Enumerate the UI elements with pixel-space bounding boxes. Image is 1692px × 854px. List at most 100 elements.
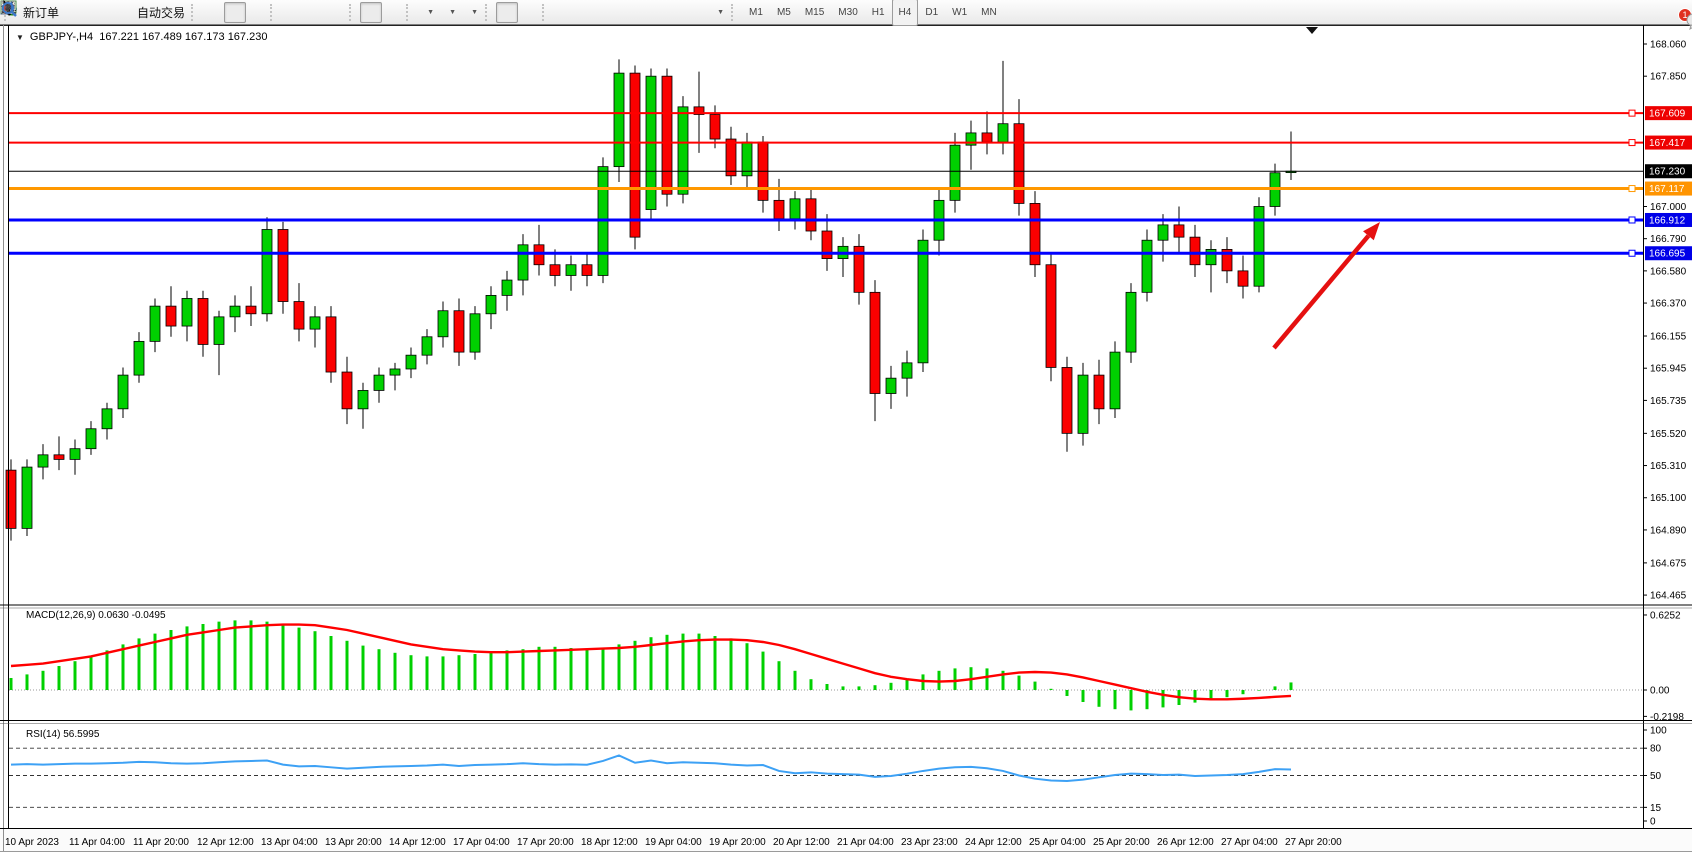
candle [630, 65, 640, 249]
svg-text:17 Apr 04:00: 17 Apr 04:00 [453, 837, 510, 848]
styler-button[interactable] [63, 2, 85, 23]
chart-shift-button[interactable] [382, 2, 404, 23]
dropdown-arrow-icon: ▼ [427, 9, 434, 16]
candle [1126, 283, 1136, 363]
text-button[interactable]: A [663, 2, 685, 23]
line-handle[interactable] [1629, 217, 1635, 223]
svg-text:167.230: 167.230 [1649, 167, 1686, 178]
svg-text:19 Apr 04:00: 19 Apr 04:00 [645, 837, 702, 848]
main-toolbar: 新订单 自动交易 [0, 0, 1692, 25]
auto-scroll-button[interactable] [360, 2, 382, 23]
svg-text:21 Apr 04:00: 21 Apr 04:00 [837, 837, 894, 848]
candle [662, 69, 672, 207]
candle [1142, 229, 1152, 301]
candle [6, 459, 16, 540]
svg-text:25 Apr 04:00: 25 Apr 04:00 [1029, 837, 1086, 848]
timeframe-H1-button[interactable]: H1 [865, 0, 892, 26]
svg-text:80: 80 [1650, 744, 1662, 755]
svg-text:0: 0 [1650, 817, 1656, 828]
line-handle[interactable] [1629, 250, 1635, 256]
arrows-button[interactable]: ▼ [707, 2, 729, 23]
cursor-button[interactable] [496, 2, 518, 23]
timeframe-D1-button[interactable]: D1 [918, 0, 945, 26]
svg-text:-0.2198: -0.2198 [1650, 712, 1684, 723]
svg-text:10 Apr 2023: 10 Apr 2023 [5, 837, 59, 848]
chart-canvas[interactable]: 168.060167.850167.000166.790166.580166.3… [0, 0, 1692, 854]
price-tag: 166.912 [1645, 213, 1692, 227]
tile-windows-button[interactable] [325, 2, 347, 23]
svg-text:165.735: 165.735 [1650, 396, 1687, 407]
zoom-out-button[interactable] [303, 2, 325, 23]
svg-text:12 Apr 12:00: 12 Apr 12:00 [197, 837, 254, 848]
rsi-indicator-label: RSI(14) 56.5995 [26, 729, 99, 740]
trendline-button[interactable] [597, 2, 619, 23]
timeframe-MN-button[interactable]: MN [974, 0, 1004, 26]
toolbar-grip[interactable] [731, 4, 738, 21]
svg-text:164.890: 164.890 [1650, 525, 1687, 536]
candlestick-chart-button[interactable] [224, 2, 246, 23]
line-handle[interactable] [1629, 186, 1635, 192]
price-tag: 167.417 [1645, 136, 1692, 150]
bar-chart-button[interactable] [202, 2, 224, 23]
auto-trading-button[interactable]: 自动交易 [129, 2, 189, 23]
candle [1254, 197, 1264, 292]
svg-text:166.695: 166.695 [1649, 249, 1686, 260]
toolbar-grip[interactable] [406, 4, 413, 21]
signals-button[interactable] [107, 2, 129, 23]
svg-text:13 Apr 20:00: 13 Apr 20:00 [325, 837, 382, 848]
timeframe-M5-button[interactable]: M5 [770, 0, 798, 26]
candle [1046, 252, 1056, 381]
chart-menu-triangle-icon[interactable]: ▼ [16, 33, 24, 42]
price-tag: 167.609 [1645, 106, 1692, 120]
profiles-button[interactable] [85, 2, 107, 23]
svg-text:100: 100 [1650, 726, 1667, 737]
svg-text:167.417: 167.417 [1649, 138, 1686, 149]
toolbar-grip[interactable] [542, 4, 549, 21]
svg-text:167.609: 167.609 [1649, 109, 1686, 120]
line-chart-button[interactable] [246, 2, 268, 23]
timeframe-M1-button[interactable]: M1 [742, 0, 770, 26]
chart-background [0, 25, 1692, 851]
toolbar-grip[interactable] [485, 4, 492, 21]
svg-text:11 Apr 20:00: 11 Apr 20:00 [133, 837, 189, 848]
svg-text:20 Apr 12:00: 20 Apr 12:00 [773, 837, 830, 848]
horizontal-line-button[interactable] [575, 2, 597, 23]
svg-text:19 Apr 20:00: 19 Apr 20:00 [709, 837, 766, 848]
new-chart-button[interactable]: ▼ [417, 2, 439, 23]
templates-button[interactable]: ▼ [461, 2, 483, 23]
timeframe-M30-button[interactable]: M30 [831, 0, 864, 26]
timeframe-M15-button[interactable]: M15 [798, 0, 831, 26]
dropdown-arrow-icon: ▼ [471, 9, 478, 16]
toolbar-grip[interactable] [270, 4, 277, 21]
periods-button[interactable]: ▼ [439, 2, 461, 23]
vertical-line-button[interactable] [553, 2, 575, 23]
dropdown-arrow-icon: ▼ [449, 9, 456, 16]
timeframe-H4-button[interactable]: H4 [892, 0, 919, 26]
svg-text:165.100: 165.100 [1650, 493, 1687, 504]
timeframe-W1-button[interactable]: W1 [945, 0, 974, 26]
candle [918, 229, 928, 372]
toolbar-grip[interactable] [191, 4, 198, 21]
toolbar-grip[interactable] [349, 4, 356, 21]
candle [470, 306, 480, 360]
candle [278, 222, 288, 314]
crosshair-button[interactable] [518, 2, 540, 23]
zoom-in-button[interactable] [281, 2, 303, 23]
svg-text:24 Apr 12:00: 24 Apr 12:00 [965, 837, 1022, 848]
svg-text:25 Apr 20:00: 25 Apr 20:00 [1093, 837, 1150, 848]
text-label-button[interactable]: T [685, 2, 707, 23]
svg-text:27 Apr 20:00: 27 Apr 20:00 [1285, 837, 1342, 848]
svg-text:26 Apr 12:00: 26 Apr 12:00 [1157, 837, 1214, 848]
timeframe-group: M1M5M15M30H1H4D1W1MN [742, 0, 1004, 26]
candle [614, 59, 624, 182]
svg-text:13 Apr 04:00: 13 Apr 04:00 [261, 837, 318, 848]
new-order-button[interactable]: 新订单 [15, 2, 63, 23]
line-handle[interactable] [1629, 140, 1635, 146]
candle [1110, 341, 1120, 418]
fibonacci-button[interactable]: F [641, 2, 663, 23]
new-order-label: 新订单 [23, 4, 59, 21]
equidistant-channel-button[interactable]: E [619, 2, 641, 23]
line-handle[interactable] [1629, 110, 1635, 116]
price-tag: 167.117 [1645, 182, 1692, 196]
svg-text:166.370: 166.370 [1650, 299, 1687, 310]
